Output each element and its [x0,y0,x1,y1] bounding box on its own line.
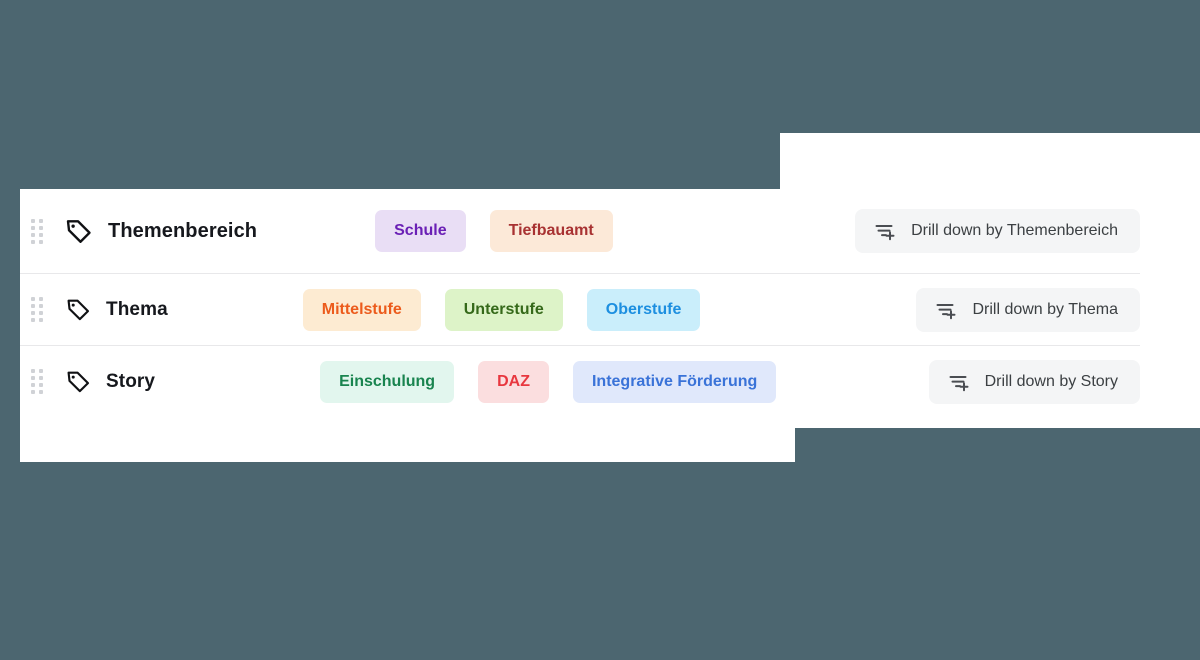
drill-down-button-label: Drill down by Themenbereich [911,222,1118,239]
drag-handle-icon[interactable] [20,218,54,244]
drill-down-button-label: Drill down by Thema [972,300,1118,318]
tag-chip[interactable]: Schule [375,210,466,252]
drill-down-button[interactable]: Drill down by Thema [916,287,1140,332]
drag-dots [31,369,43,394]
row-label: Themenbereich [108,219,258,242]
drill-down-button[interactable]: Drill down by Story [928,359,1140,404]
drag-handle-icon[interactable] [20,369,54,394]
filter-plus-icon [947,370,971,394]
drill-down-button-label: Drill down by Story [984,372,1118,390]
drill-down-button[interactable]: Drill down by Themenbereich [855,209,1140,253]
drag-handle-icon[interactable] [20,297,54,322]
drag-dots [31,218,43,244]
tag-icon [62,296,94,323]
table-row: Themenbereich Schule Tiefbauamt Drill do… [20,189,1140,273]
tag-chip[interactable]: DAZ [478,360,549,403]
tag-chip[interactable]: Mittelstufe [302,288,421,331]
filter-plus-icon [934,298,958,322]
tag-chip[interactable]: Unterstufe [444,288,563,331]
tag-icon [62,368,94,395]
table-row: Story Einschulung DAZ Integrative Förder… [20,345,1140,417]
tag-chip[interactable]: Integrative Förderung [572,360,777,403]
row-label: Thema [106,298,168,320]
tag-icon [62,216,96,246]
row-label: Story [106,370,156,392]
tag-chip[interactable]: Einschulung [320,360,455,403]
tag-chip[interactable]: Oberstufe [586,288,701,331]
tag-chip[interactable]: Tiefbauamt [489,210,613,252]
table-row: Thema Mittelstufe Unterstufe Oberstufe D… [20,273,1140,345]
tag-rows-list: Themenbereich Schule Tiefbauamt Drill do… [20,189,1140,462]
filter-plus-icon [873,219,897,243]
drag-dots [31,297,43,322]
